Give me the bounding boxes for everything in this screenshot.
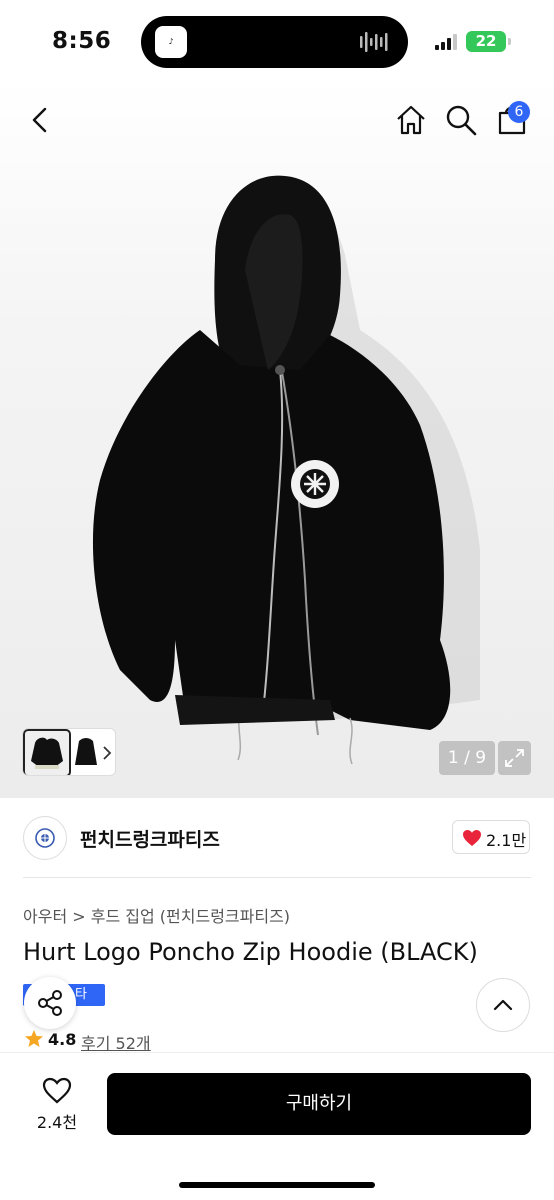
wishlist-button[interactable]: 2.4천	[28, 1075, 86, 1135]
brand-logo[interactable]	[23, 816, 67, 860]
share-button[interactable]	[24, 977, 76, 1029]
battery-indicator: 22	[466, 31, 511, 52]
home-indicator	[179, 1182, 375, 1188]
breadcrumb[interactable]: 아우터 > 후드 집업 (펀치드렁크파티즈)	[23, 903, 290, 927]
star-icon	[25, 1030, 43, 1047]
brand-like-count: 2.1만	[486, 831, 527, 850]
search-icon[interactable]	[445, 104, 477, 136]
heart-outline-icon	[42, 1077, 72, 1104]
expand-icon	[505, 749, 524, 767]
product-image[interactable]	[0, 80, 554, 798]
status-bar: 8:56 ♪ 22	[0, 0, 554, 80]
review-count-link[interactable]: 후기 52개	[81, 1030, 151, 1054]
heart-filled-icon	[463, 830, 481, 846]
cart-count-badge: 6	[508, 101, 530, 123]
hoodie-illustration	[92, 175, 480, 765]
thumbnail-strip[interactable]	[22, 728, 116, 776]
chevron-right-icon[interactable]	[101, 745, 113, 761]
cellular-signal-icon	[435, 34, 457, 50]
brand-like-button[interactable]: 2.1만	[452, 820, 530, 854]
product-title: Hurt Logo Poncho Zip Hoodie (BLACK)	[23, 938, 478, 966]
audio-wave-icon	[360, 32, 388, 52]
expand-button[interactable]	[498, 741, 531, 775]
buy-button[interactable]: 구매하기	[107, 1073, 531, 1135]
brand-name[interactable]: 펀치드렁크파티즈	[80, 825, 220, 852]
chevron-up-icon	[493, 999, 513, 1011]
thumbnail-2-icon	[75, 738, 97, 765]
home-icon[interactable]	[395, 104, 427, 136]
image-counter: 1 / 9	[439, 741, 495, 775]
thumbnail-1[interactable]	[23, 729, 71, 775]
rating-score: 4.8	[48, 1030, 77, 1049]
share-icon	[38, 990, 62, 1016]
wishlist-count: 2.4천	[36, 1113, 78, 1132]
brand-emblem-icon	[35, 828, 55, 848]
now-playing-app-icon: ♪	[155, 26, 187, 58]
thumbnail-hoodie-icon	[31, 737, 63, 769]
scroll-top-button[interactable]	[476, 978, 530, 1032]
dynamic-island: ♪	[141, 16, 408, 68]
status-time: 8:56	[52, 28, 112, 54]
divider	[23, 877, 531, 878]
back-button[interactable]	[28, 106, 52, 134]
